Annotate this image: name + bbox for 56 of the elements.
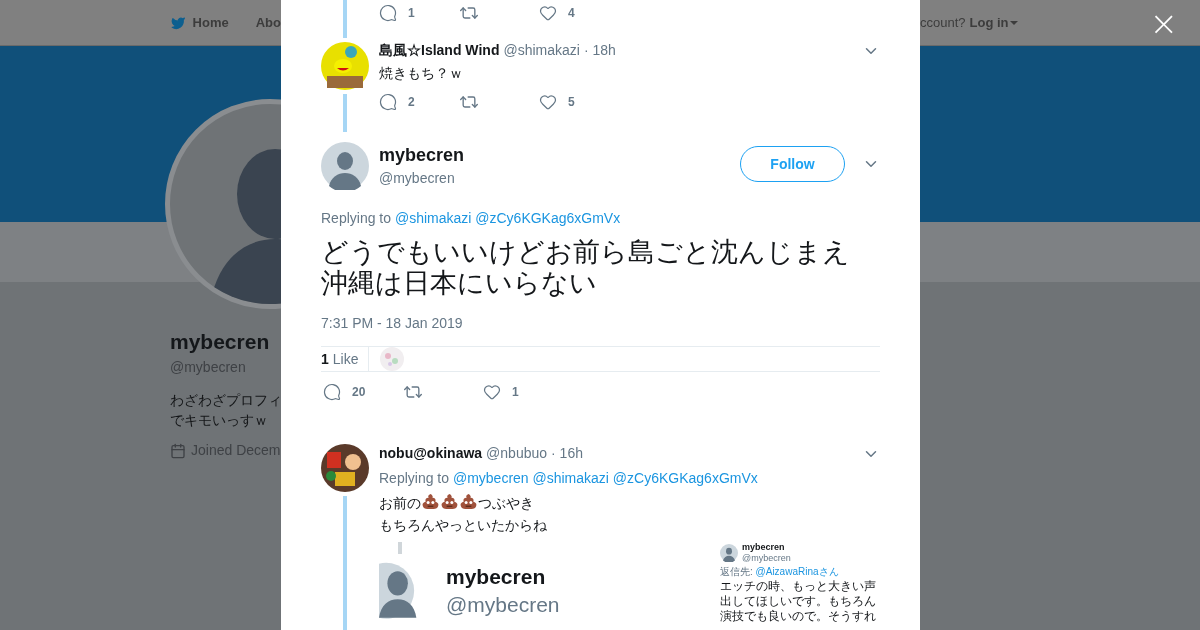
reply-icon[interactable] xyxy=(323,383,341,401)
profile-name: mybecren xyxy=(170,329,271,355)
tweet-time[interactable]: · 18h xyxy=(583,40,616,61)
mention-link: @AizawaRinaさん xyxy=(755,566,839,577)
avatar[interactable] xyxy=(321,42,369,90)
tweet-timestamp[interactable]: 7:31 PM - 18 Jan 2019 xyxy=(321,313,880,334)
caret-icon xyxy=(1009,20,1018,25)
author-name[interactable]: mybecren xyxy=(379,144,465,166)
like-icon[interactable] xyxy=(539,4,557,22)
author-name[interactable]: 島風☆Island Wind xyxy=(379,40,500,61)
like-icon[interactable] xyxy=(539,93,557,111)
avatar[interactable] xyxy=(321,142,369,190)
tweet-text: エッチの時、もっと大きい声出してほしいです。もちろん演技でも良いので。そうすれ xyxy=(720,579,877,624)
author-name: mybecren xyxy=(742,542,786,553)
tweet-text: どうでもいいけどお前ら島ごと沈んじまえ 沖縄は日本にいらない xyxy=(321,237,851,299)
poop-icon xyxy=(421,492,440,511)
poop-icon xyxy=(459,492,478,511)
tweet-text: お前の つぶやき もちろんやっといたからね xyxy=(379,492,880,536)
poop-icon xyxy=(440,492,459,511)
about-link[interactable]: Abo xyxy=(255,12,281,33)
reply-count: 20 xyxy=(352,384,366,401)
mention-link[interactable]: @mybecren xyxy=(452,470,529,486)
mention-link[interactable]: @shimakazi xyxy=(394,210,472,226)
author-handle[interactable]: @shimakazi xyxy=(503,40,580,61)
author-name[interactable]: nobu@okinawa xyxy=(379,443,483,464)
calendar-icon xyxy=(170,442,186,459)
author-handle[interactable]: @mybecren xyxy=(379,168,465,189)
tweet-time[interactable]: · 16h xyxy=(551,443,583,464)
likes-label[interactable]: Like xyxy=(332,348,359,370)
author-handle: @mybecren xyxy=(742,553,791,564)
like-count: 4 xyxy=(568,5,575,22)
likes-count[interactable]: 1 xyxy=(321,348,329,370)
like-count: 5 xyxy=(568,94,575,111)
reply-icon[interactable] xyxy=(379,93,397,111)
login-button[interactable]: Log in xyxy=(969,12,1018,33)
home-link[interactable]: Home xyxy=(192,12,229,33)
avatar[interactable] xyxy=(720,544,738,562)
like-icon[interactable] xyxy=(483,383,501,401)
replying-to: Replying to @mybecren @shimakazi @zCy6KGKag6xGmVx xyxy=(379,469,759,488)
reply-count: 2 xyxy=(408,94,415,111)
author-handle: @mybecren xyxy=(446,592,560,618)
replying-to: 返信先: @AizawaRinaさん xyxy=(720,565,840,578)
author-name: mybecren xyxy=(446,564,547,590)
author-handle[interactable]: @nbubuo xyxy=(486,443,548,464)
tweet-text: 焼きもち？ｗ xyxy=(379,64,464,83)
account-prompt: ccount? xyxy=(920,13,966,32)
like-count: 1 xyxy=(512,384,519,401)
reply-count: 1 xyxy=(408,5,415,22)
reply-icon[interactable] xyxy=(379,4,397,22)
replying-to: Replying to @shimakazi @zCy6KGKag6xGmVx xyxy=(321,209,622,228)
avatar[interactable] xyxy=(321,444,369,492)
mention-link[interactable]: @zCy6KGKag6xGmVx xyxy=(612,470,758,486)
profile-bio: わざわざプロフィ でキモいっすｗ xyxy=(170,391,281,430)
mention-link[interactable]: @zCy6KGKag6xGmVx xyxy=(475,210,621,226)
mention-link[interactable]: @shimakazi xyxy=(532,470,609,486)
close-button[interactable]: × xyxy=(1149,5,1178,40)
